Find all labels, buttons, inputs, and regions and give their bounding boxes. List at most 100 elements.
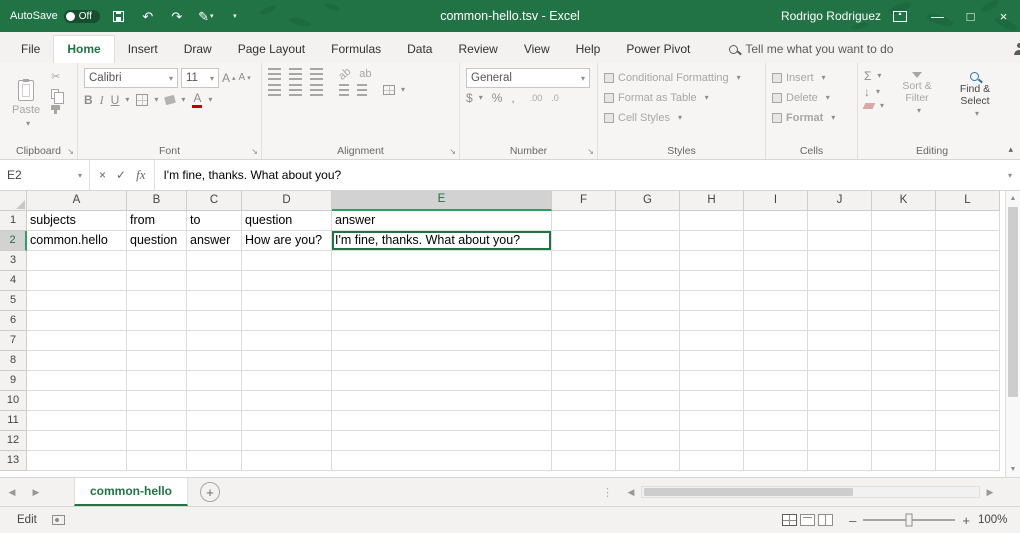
- cell-G13[interactable]: [616, 451, 680, 471]
- cell-I4[interactable]: [744, 271, 808, 291]
- scroll-down-icon[interactable]: ▼: [1010, 462, 1017, 477]
- cell-K10[interactable]: [872, 391, 936, 411]
- cell-B2[interactable]: question: [127, 231, 187, 251]
- comma-style-button[interactable]: ,: [511, 92, 514, 104]
- cell-E9[interactable]: [332, 371, 552, 391]
- row-header-13[interactable]: 13: [0, 451, 27, 471]
- borders-button[interactable]: ▾: [136, 94, 158, 106]
- redo-button[interactable]: ↷: [167, 10, 187, 23]
- cell-F13[interactable]: [552, 451, 616, 471]
- cell-A3[interactable]: [27, 251, 127, 271]
- cell-B1[interactable]: from: [127, 211, 187, 231]
- cell-L12[interactable]: [936, 431, 1000, 451]
- find-select-button[interactable]: Find & Select ▾: [950, 68, 1000, 140]
- cell-D13[interactable]: [242, 451, 332, 471]
- tab-file[interactable]: File: [8, 36, 53, 63]
- cell-J10[interactable]: [808, 391, 872, 411]
- cell-I13[interactable]: [744, 451, 808, 471]
- cell-C13[interactable]: [187, 451, 242, 471]
- cell-F1[interactable]: [552, 211, 616, 231]
- cell-H9[interactable]: [680, 371, 744, 391]
- cell-A10[interactable]: [27, 391, 127, 411]
- minimize-button[interactable]: —: [921, 0, 954, 32]
- cell-E3[interactable]: [332, 251, 552, 271]
- vertical-scroll-thumb[interactable]: [1008, 207, 1018, 397]
- cell-J8[interactable]: [808, 351, 872, 371]
- tab-draw[interactable]: Draw: [171, 36, 225, 63]
- cell-I12[interactable]: [744, 431, 808, 451]
- cell-F5[interactable]: [552, 291, 616, 311]
- cell-A8[interactable]: [27, 351, 127, 371]
- cell-L1[interactable]: [936, 211, 1000, 231]
- insert-cells-button[interactable]: Insert▾: [772, 68, 851, 87]
- cell-C2[interactable]: answer: [187, 231, 242, 251]
- cell-A7[interactable]: [27, 331, 127, 351]
- sheet-tab-common-hello[interactable]: common-hello: [74, 478, 188, 506]
- accounting-format-button[interactable]: $▾: [466, 92, 483, 104]
- font-color-button[interactable]: A▾: [192, 92, 212, 108]
- cell-D2[interactable]: How are you?: [242, 231, 332, 251]
- cell-E12[interactable]: [332, 431, 552, 451]
- alignment-dialog-launcher[interactable]: ↘: [449, 148, 456, 156]
- column-header-H[interactable]: H: [680, 191, 744, 211]
- cell-F6[interactable]: [552, 311, 616, 331]
- row-header-3[interactable]: 3: [0, 251, 27, 271]
- cell-F11[interactable]: [552, 411, 616, 431]
- cell-E11[interactable]: [332, 411, 552, 431]
- italic-button[interactable]: I: [100, 94, 104, 106]
- next-sheet-button[interactable]: ▶: [24, 487, 48, 498]
- zoom-slider[interactable]: [863, 519, 955, 521]
- zoom-slider-thumb[interactable]: [906, 514, 913, 527]
- cell-G12[interactable]: [616, 431, 680, 451]
- scroll-left-icon[interactable]: ◀: [623, 487, 639, 498]
- cell-H2[interactable]: [680, 231, 744, 251]
- cell-K13[interactable]: [872, 451, 936, 471]
- cell-C7[interactable]: [187, 331, 242, 351]
- middle-align-button[interactable]: [289, 68, 302, 80]
- cell-K5[interactable]: [872, 291, 936, 311]
- conditional-formatting-button[interactable]: Conditional Formatting▾: [604, 68, 759, 87]
- number-format-combo[interactable]: General▾: [466, 68, 590, 88]
- cell-H13[interactable]: [680, 451, 744, 471]
- cell-H8[interactable]: [680, 351, 744, 371]
- copy-button[interactable]: [51, 89, 60, 99]
- cell-C4[interactable]: [187, 271, 242, 291]
- cell-J12[interactable]: [808, 431, 872, 451]
- cell-G7[interactable]: [616, 331, 680, 351]
- cell-I11[interactable]: [744, 411, 808, 431]
- format-painter-button[interactable]: [51, 105, 60, 110]
- number-dialog-launcher[interactable]: ↘: [587, 148, 594, 156]
- scroll-up-icon[interactable]: ▲: [1010, 191, 1017, 206]
- cell-B10[interactable]: [127, 391, 187, 411]
- cell-J2[interactable]: [808, 231, 872, 251]
- cell-B13[interactable]: [127, 451, 187, 471]
- cell-B7[interactable]: [127, 331, 187, 351]
- cell-I2[interactable]: [744, 231, 808, 251]
- cell-E4[interactable]: [332, 271, 552, 291]
- cell-F10[interactable]: [552, 391, 616, 411]
- cell-G9[interactable]: [616, 371, 680, 391]
- row-header-11[interactable]: 11: [0, 411, 27, 431]
- cell-K1[interactable]: [872, 211, 936, 231]
- cell-J1[interactable]: [808, 211, 872, 231]
- font-size-combo[interactable]: 11▾: [181, 68, 219, 88]
- cell-E8[interactable]: [332, 351, 552, 371]
- row-header-2[interactable]: 2: [0, 231, 27, 251]
- cell-E13[interactable]: [332, 451, 552, 471]
- wrap-text-button[interactable]: ab: [359, 69, 371, 80]
- cell-C8[interactable]: [187, 351, 242, 371]
- share-button[interactable]: Share: [1013, 42, 1020, 56]
- zoom-level[interactable]: 100%: [978, 514, 1020, 526]
- column-header-C[interactable]: C: [187, 191, 242, 211]
- tab-view[interactable]: View: [511, 36, 563, 63]
- cell-F3[interactable]: [552, 251, 616, 271]
- row-header-12[interactable]: 12: [0, 431, 27, 451]
- percent-style-button[interactable]: %: [492, 92, 503, 104]
- row-header-8[interactable]: 8: [0, 351, 27, 371]
- row-header-4[interactable]: 4: [0, 271, 27, 291]
- cell-F4[interactable]: [552, 271, 616, 291]
- autosave-toggle[interactable]: AutoSave Off: [10, 10, 100, 23]
- shrink-font-button[interactable]: A▾: [239, 73, 251, 83]
- paste-button[interactable]: Paste ▾: [6, 68, 46, 140]
- cell-D5[interactable]: [242, 291, 332, 311]
